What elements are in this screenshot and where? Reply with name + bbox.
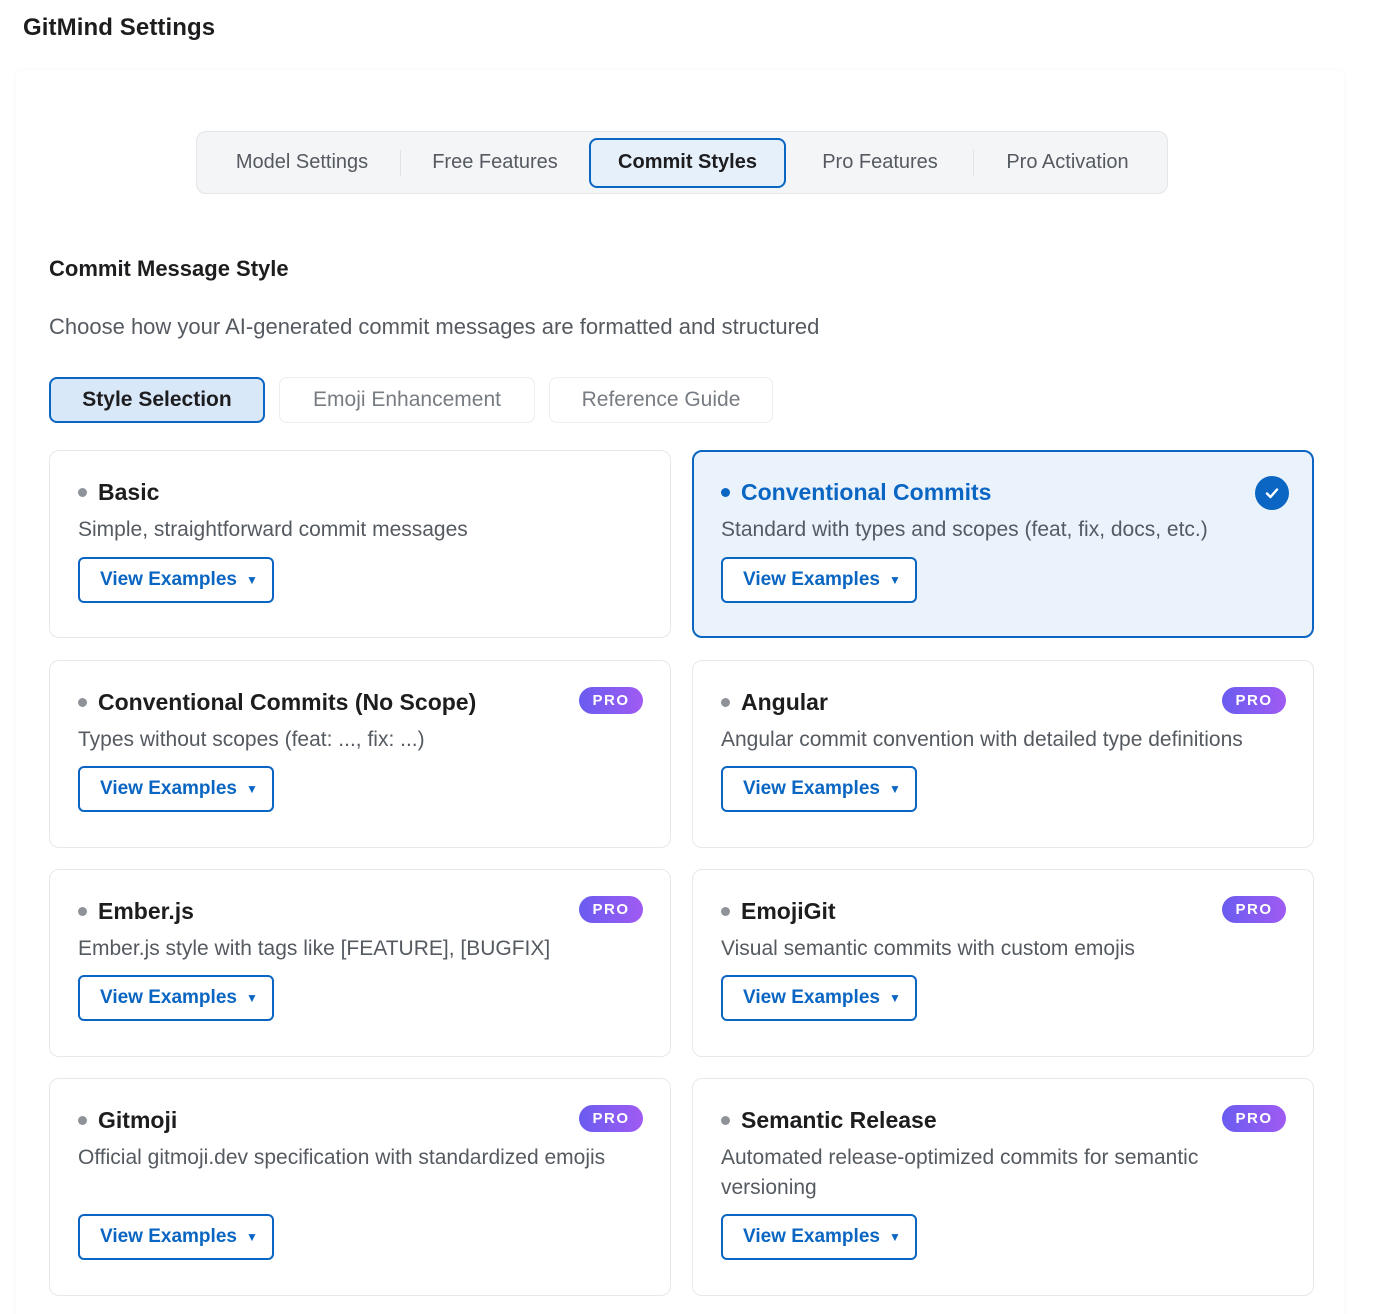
sub-tab-bar: Style Selection Emoji Enhancement Refere… (49, 377, 773, 423)
page-title: GitMind Settings (23, 14, 216, 41)
subtab-emoji-enhancement[interactable]: Emoji Enhancement (279, 377, 535, 423)
card-title: EmojiGit (721, 898, 836, 925)
card-description: Angular commit convention with detailed … (721, 728, 1243, 751)
style-card-conventional-no-scope[interactable]: Conventional Commits (No Scope) PRO Type… (49, 660, 671, 848)
caret-down-icon: ▼ (888, 782, 901, 796)
card-description: Visual semantic commits with custom emoj… (721, 937, 1135, 960)
card-description: Official gitmoji.dev specification with … (78, 1146, 606, 1169)
bullet-dot-icon (78, 1116, 87, 1125)
pro-badge: PRO (579, 687, 643, 714)
tab-free-features[interactable]: Free Features (401, 138, 589, 188)
tab-pro-activation[interactable]: Pro Activation (974, 138, 1161, 188)
view-examples-button[interactable]: View Examples ▼ (78, 975, 274, 1021)
caret-down-icon: ▼ (245, 573, 258, 587)
card-title: Gitmoji (78, 1107, 177, 1134)
style-card-angular[interactable]: Angular PRO Angular commit convention wi… (692, 660, 1314, 848)
card-title: Basic (78, 479, 159, 506)
card-description: Ember.js style with tags like [FEATURE],… (78, 937, 551, 960)
bullet-dot-icon (721, 1116, 730, 1125)
pro-badge: PRO (1222, 687, 1286, 714)
tab-commit-styles[interactable]: Commit Styles (589, 137, 786, 188)
bullet-dot-icon (721, 907, 730, 916)
caret-down-icon: ▼ (888, 991, 901, 1005)
view-examples-button[interactable]: View Examples ▼ (78, 557, 274, 603)
caret-down-icon: ▼ (245, 782, 258, 796)
card-title: Semantic Release (721, 1107, 937, 1134)
view-examples-button[interactable]: View Examples ▼ (721, 766, 917, 812)
bullet-dot-icon (78, 488, 87, 497)
card-description: Simple, straightforward commit messages (78, 518, 468, 541)
caret-down-icon: ▼ (888, 573, 901, 587)
tab-pro-features[interactable]: Pro Features (786, 138, 974, 188)
card-description: Standard with types and scopes (feat, fi… (721, 518, 1208, 541)
style-card-gitmoji[interactable]: Gitmoji PRO Official gitmoji.dev specifi… (49, 1078, 671, 1296)
view-examples-button[interactable]: View Examples ▼ (721, 1214, 917, 1260)
style-card-emojigit[interactable]: EmojiGit PRO Visual semantic commits wit… (692, 869, 1314, 1057)
main-tab-bar: Model Settings Free Features Commit Styl… (196, 131, 1168, 194)
card-title: Ember.js (78, 898, 194, 925)
caret-down-icon: ▼ (888, 1230, 901, 1244)
check-circle-icon (1255, 476, 1289, 510)
subtab-style-selection[interactable]: Style Selection (49, 377, 265, 423)
view-examples-button[interactable]: View Examples ▼ (78, 766, 274, 812)
section-title: Commit Message Style (49, 256, 289, 281)
pro-badge: PRO (1222, 896, 1286, 923)
tab-model-settings[interactable]: Model Settings (203, 138, 401, 188)
card-description: Types without scopes (feat: ..., fix: ..… (78, 728, 425, 751)
caret-down-icon: ▼ (245, 1230, 258, 1244)
view-examples-button[interactable]: View Examples ▼ (721, 557, 917, 603)
bullet-dot-icon (721, 698, 730, 707)
bullet-dot-icon (721, 488, 730, 497)
style-card-conventional-commits[interactable]: Conventional Commits Standard with types… (692, 450, 1314, 638)
view-examples-button[interactable]: View Examples ▼ (721, 975, 917, 1021)
card-description: Automated release-optimized commits for … (721, 1146, 1199, 1199)
section-description: Choose how your AI-generated commit mess… (49, 314, 820, 339)
card-title: Angular (721, 689, 828, 716)
pro-badge: PRO (579, 896, 643, 923)
pro-badge: PRO (579, 1105, 643, 1132)
style-card-emberjs[interactable]: Ember.js PRO Ember.js style with tags li… (49, 869, 671, 1057)
card-title: Conventional Commits (No Scope) (78, 689, 476, 716)
style-card-basic[interactable]: Basic Simple, straightforward commit mes… (49, 450, 671, 638)
bullet-dot-icon (78, 698, 87, 707)
style-card-semantic-release[interactable]: Semantic Release PRO Automated release-o… (692, 1078, 1314, 1296)
card-title: Conventional Commits (721, 479, 991, 506)
pro-badge: PRO (1222, 1105, 1286, 1132)
bullet-dot-icon (78, 907, 87, 916)
subtab-reference-guide[interactable]: Reference Guide (549, 377, 773, 423)
view-examples-button[interactable]: View Examples ▼ (78, 1214, 274, 1260)
caret-down-icon: ▼ (245, 991, 258, 1005)
